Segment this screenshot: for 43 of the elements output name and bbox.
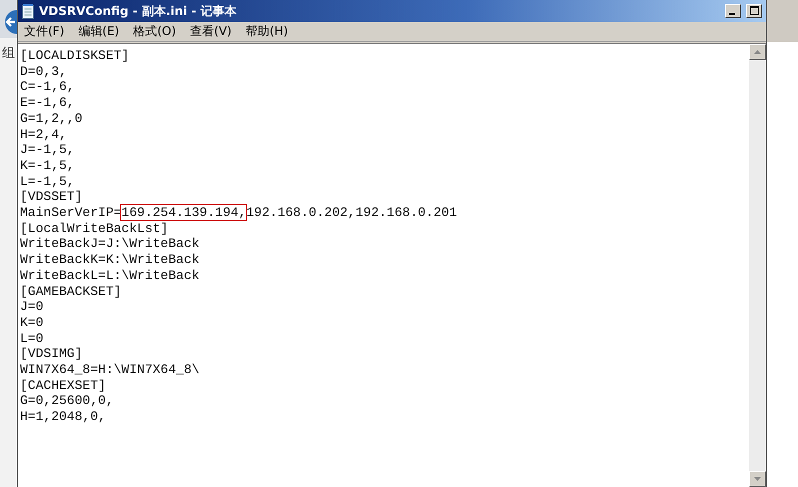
text-line: WriteBackJ=J:\WriteBack (20, 236, 200, 252)
text-line: G=0,25600,0, (20, 393, 114, 410)
scroll-down-button[interactable] (749, 471, 766, 487)
text-line: [LocalWriteBackLst] (20, 220, 168, 236)
text-line: E=-1,6, (20, 95, 75, 111)
highlighted-text: 169.254.139.194, (121, 205, 246, 220)
menu-item[interactable]: 格式(O) (133, 23, 176, 40)
text-line: [GAMEBACKSET] (20, 284, 122, 300)
text-line: H=2,4, (20, 126, 67, 142)
down-arrow-icon (754, 477, 761, 481)
menu-item[interactable]: 编辑(E) (78, 23, 120, 40)
config-text: MainSerVerIP= (20, 205, 122, 220)
menu-item[interactable]: 文件(F) (24, 23, 64, 40)
text-line: C=-1,6, (20, 79, 75, 96)
scroll-up-button[interactable] (749, 44, 766, 60)
text-line: D=0,3, (20, 64, 67, 80)
config-text: 192.168.0.202,192.168.0.201 (246, 205, 457, 220)
text-line: J=0 (20, 299, 44, 315)
maximize-icon (750, 6, 758, 15)
text-line: [LOCALDISKSET] (20, 48, 130, 64)
up-arrow-icon (754, 50, 761, 54)
text-line: WriteBackL=L:\WriteBack (20, 268, 200, 284)
notepad-icon (22, 4, 34, 18)
menu-item[interactable]: 帮助(H) (246, 23, 288, 40)
text-line: K=-1,5, (20, 158, 75, 174)
maximize-button[interactable] (746, 4, 762, 18)
background-window-label: 组 (1, 45, 16, 62)
text-line: L=0 (20, 330, 44, 346)
window-title: VDSRVConfig - 副本.ini - 记事本 (39, 2, 236, 20)
text-line: J=-1,5, (20, 142, 75, 158)
text-line: WIN7X64_8=H:\WIN7X64_8\ (20, 362, 200, 378)
vertical-scrollbar[interactable] (748, 44, 766, 487)
text-line: G=1,2,,0 (20, 110, 82, 127)
back-arrow-icon[interactable] (3, 8, 17, 36)
text-line: L=-1,5, (20, 174, 75, 190)
menu-item[interactable]: 查看(V) (190, 23, 232, 40)
text-line: K=0 (20, 314, 44, 331)
text-line: [CACHEXSET] (20, 378, 106, 394)
text-line: [VDSIMG] (20, 346, 82, 362)
text-line: H=1,2048,0, (20, 409, 106, 425)
minimize-button[interactable] (725, 4, 741, 18)
text-line: WriteBackK=K:\WriteBack (20, 252, 200, 268)
text-line: [VDSSET] (20, 189, 82, 206)
